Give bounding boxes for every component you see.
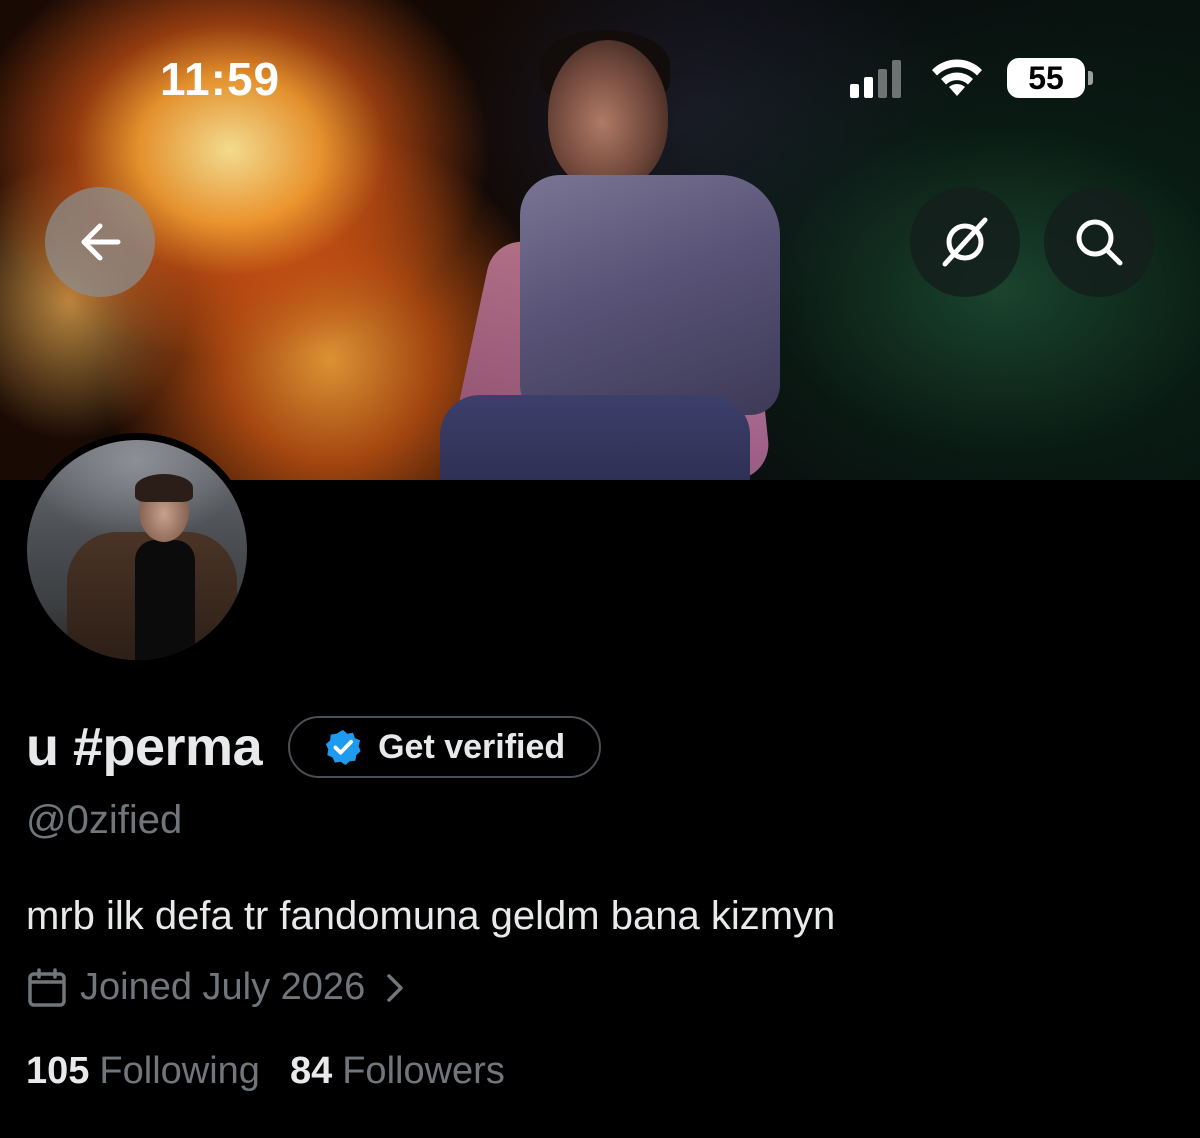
battery-icon: 55 [1007,58,1093,98]
arrow-left-icon [81,223,121,261]
verified-badge-icon [326,729,361,766]
followers-count: 84 [289,1050,333,1092]
get-verified-label: Get verified [378,727,566,766]
profile-name-row: u #perma Get verified [26,716,602,778]
avatar-shirt [135,540,195,660]
profile-avatar[interactable] [20,433,254,667]
following-label: Following [99,1050,260,1092]
profile-handle: @0zified [26,798,183,842]
search-button[interactable] [1044,187,1154,297]
battery-level: 55 [1028,59,1064,96]
grok-icon [942,217,988,267]
chevron-right-icon [387,973,403,1002]
banner-figure-legs [440,395,750,480]
follow-stats: 105 Following 84 Followers [26,1050,535,1093]
status-time: 11:59 [160,53,281,105]
get-verified-button[interactable]: Get verified [288,716,602,778]
back-button[interactable] [45,187,155,297]
cellular-signal-icon [850,58,901,98]
profile-bio: mrb ilk defa tr fandomuna geldm bana kiz… [26,894,836,938]
following-count: 105 [26,1050,90,1092]
avatar-photo [27,440,247,660]
followers-label: Followers [342,1050,505,1092]
display-name: u #perma [26,717,263,777]
grok-button[interactable] [910,187,1020,297]
search-icon [1076,219,1123,266]
followers-stat[interactable]: 84 Followers [290,1050,505,1093]
banner-figure-head [548,40,668,190]
following-stat[interactable]: 105 Following [26,1050,260,1093]
banner-figure-torso [520,175,780,415]
status-indicators: 55 [850,58,1093,98]
joined-date-row[interactable]: Joined July 2026 [26,966,409,1009]
joined-date: Joined July 2026 [80,966,366,1008]
calendar-icon [28,967,66,1007]
wifi-icon [932,59,982,96]
avatar-hair [135,474,193,502]
